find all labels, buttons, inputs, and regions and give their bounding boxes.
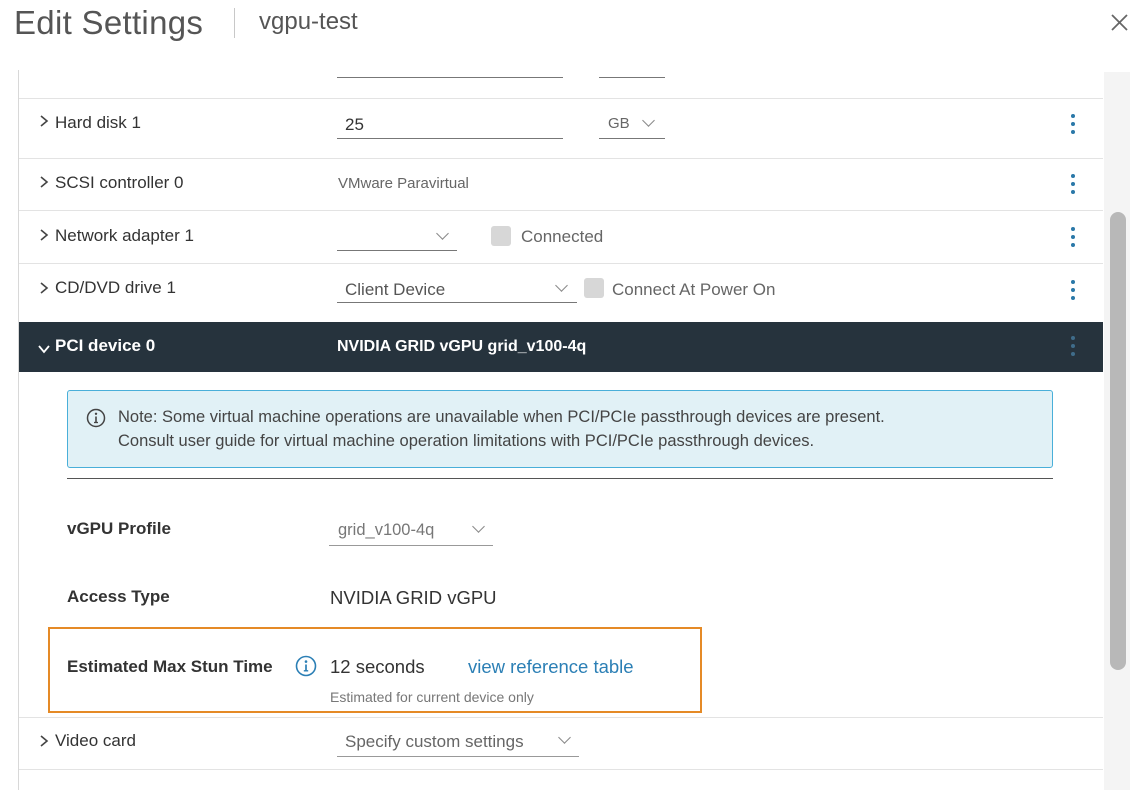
- row-divider: [19, 717, 1103, 718]
- chevron-right-icon[interactable]: [39, 734, 49, 751]
- view-reference-table-link[interactable]: view reference table: [468, 656, 634, 678]
- partial-input-underline: [337, 77, 563, 78]
- row-divider: [19, 263, 1103, 264]
- connected-label: Connected: [521, 227, 604, 246]
- hard-disk-unit-select[interactable]: GB: [608, 115, 630, 132]
- pci-device-label[interactable]: PCI device 0: [55, 336, 155, 356]
- cddvd-label[interactable]: CD/DVD drive 1: [55, 278, 176, 298]
- caret-down-icon: [472, 520, 485, 533]
- hard-disk-size-underline: [337, 138, 563, 139]
- close-icon: [1111, 14, 1128, 31]
- stun-time-hint: Estimated for current device only: [330, 689, 534, 705]
- vgpu-profile-label: vGPU Profile: [67, 519, 171, 538]
- caret-down-icon: [555, 279, 568, 292]
- kebab-icon[interactable]: [1070, 336, 1076, 360]
- settings-panel: Hard disk 1 25 GB SCSI controller 0 VMwa…: [18, 70, 1103, 790]
- scsi-value: VMware Paravirtual: [338, 175, 469, 192]
- kebab-icon[interactable]: [1070, 114, 1076, 138]
- vm-name: vgpu-test: [259, 8, 358, 35]
- access-type-value: NVIDIA GRID vGPU: [330, 587, 497, 608]
- title-divider: [234, 8, 235, 38]
- connect-at-power-on-checkbox[interactable]: [584, 278, 604, 298]
- connect-at-power-on-label: Connect At Power On: [612, 280, 776, 299]
- info-icon[interactable]: [295, 655, 317, 682]
- caret-down-icon: [558, 731, 571, 744]
- hard-disk-size-input[interactable]: 25: [345, 115, 364, 135]
- access-type-label: Access Type: [67, 587, 170, 606]
- caret-down-icon: [642, 114, 655, 127]
- scrollbar-thumb[interactable]: [1110, 212, 1126, 670]
- stun-time-value: 12 seconds: [330, 656, 425, 677]
- dialog-title: Edit Settings: [14, 4, 204, 41]
- kebab-icon[interactable]: [1070, 280, 1076, 304]
- video-card-label[interactable]: Video card: [55, 731, 136, 751]
- row-pci-device[interactable]: PCI device 0 NVIDIA GRID vGPU grid_v100-…: [19, 322, 1103, 372]
- chevron-right-icon[interactable]: [39, 228, 49, 245]
- chevron-down-icon[interactable]: [37, 341, 51, 357]
- chevron-right-icon[interactable]: [39, 281, 49, 298]
- video-card-select[interactable]: Specify custom settings: [345, 732, 524, 752]
- cddvd-select-underline: [337, 302, 577, 303]
- chevron-right-icon[interactable]: [39, 114, 49, 131]
- stun-time-label: Estimated Max Stun Time: [67, 657, 273, 676]
- hard-disk-label[interactable]: Hard disk 1: [55, 113, 141, 133]
- caret-down-icon: [436, 227, 449, 240]
- note-line-2: Consult user guide for virtual machine o…: [118, 432, 815, 450]
- chevron-right-icon[interactable]: [39, 175, 49, 192]
- note-line-1: Note: Some virtual machine operations ar…: [118, 408, 885, 426]
- hard-disk-unit-underline: [599, 138, 665, 139]
- kebab-icon[interactable]: [1070, 227, 1076, 251]
- video-card-underline: [337, 756, 579, 757]
- info-icon: [86, 408, 106, 433]
- row-divider: [19, 158, 1103, 159]
- partial-select-underline: [599, 77, 665, 78]
- note-divider: [67, 478, 1053, 479]
- kebab-icon[interactable]: [1070, 174, 1076, 198]
- vgpu-profile-underline: [329, 545, 493, 546]
- close-button[interactable]: [1106, 8, 1134, 36]
- connected-checkbox[interactable]: [491, 226, 511, 246]
- vgpu-profile-select[interactable]: grid_v100-4q: [338, 521, 434, 540]
- row-divider: [19, 98, 1103, 99]
- scsi-label[interactable]: SCSI controller 0: [55, 173, 184, 193]
- pci-device-value: NVIDIA GRID vGPU grid_v100-4q: [337, 338, 587, 355]
- network-select-underline: [337, 250, 457, 251]
- row-divider: [19, 769, 1103, 770]
- cddvd-device-select[interactable]: Client Device: [345, 280, 445, 300]
- row-divider: [19, 210, 1103, 211]
- passthrough-note: Note: Some virtual machine operations ar…: [67, 390, 1053, 468]
- network-label[interactable]: Network adapter 1: [55, 226, 194, 246]
